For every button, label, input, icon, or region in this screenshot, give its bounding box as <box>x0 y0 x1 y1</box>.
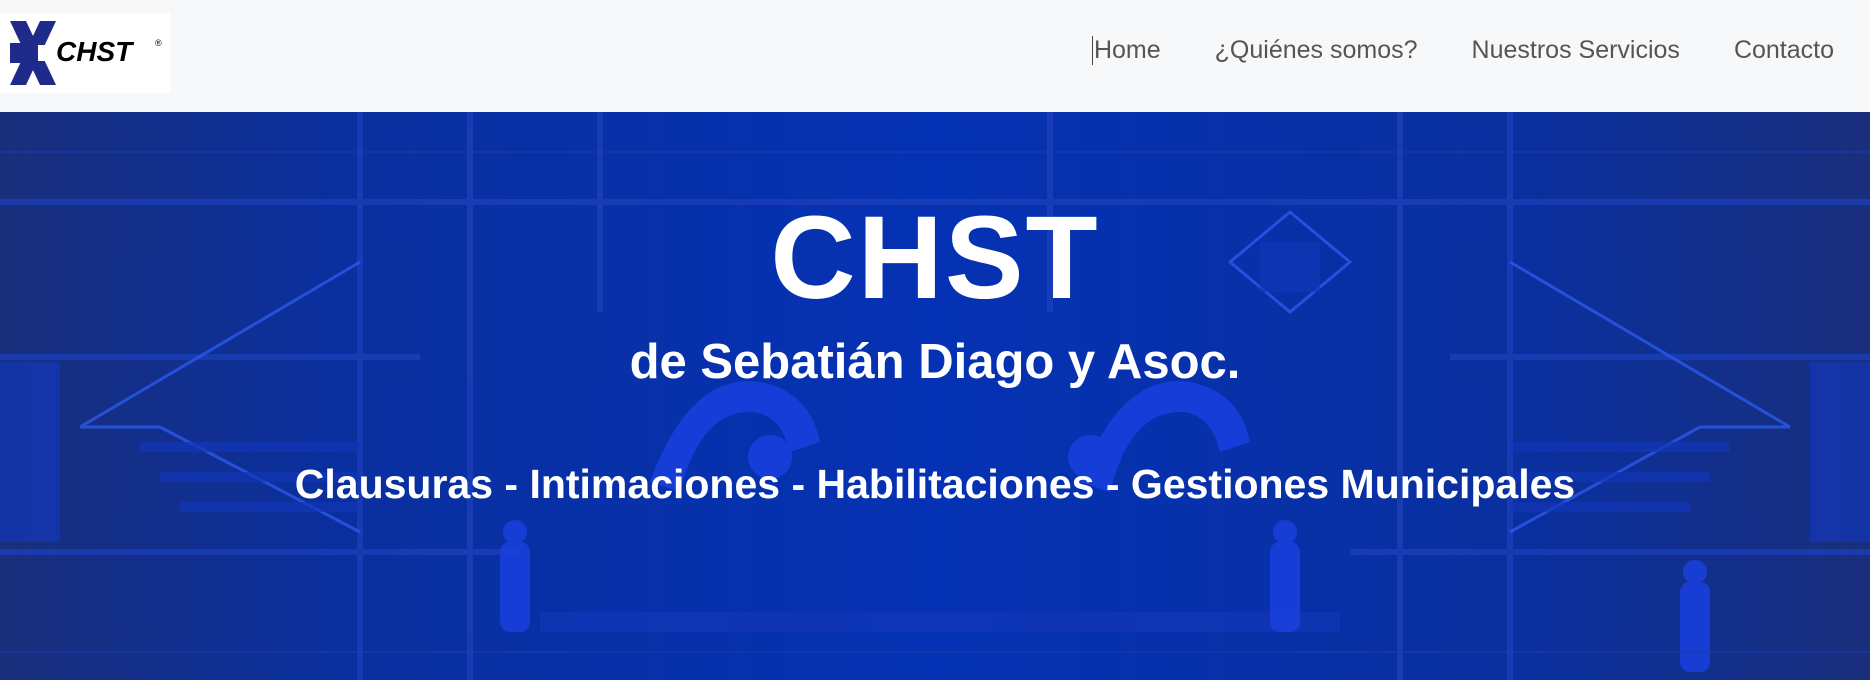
nav-quienes-somos[interactable]: ¿Quiénes somos? <box>1215 36 1418 65</box>
hero-subtitle: de Sebatián Diago y Asoc. <box>629 335 1241 389</box>
chst-logo-graphic: CHST ® <box>10 21 162 85</box>
chst-logo[interactable]: CHST ® <box>0 13 170 93</box>
main-nav: Home ¿Quiénes somos? Nuestros Servicios … <box>1091 0 1834 100</box>
nav-nuestros-servicios[interactable]: Nuestros Servicios <box>1472 36 1680 65</box>
hero-banner: CHST de Sebatián Diago y Asoc. Clausuras… <box>0 112 1870 680</box>
hero-title: CHST <box>770 192 1100 324</box>
nav-home[interactable]: Home <box>1091 35 1161 65</box>
hero-services-tagline: Clausuras - Intimaciones - Habilitacione… <box>294 461 1576 507</box>
nav-contacto[interactable]: Contacto <box>1734 36 1834 65</box>
top-navbar: CHST ® Home ¿Quiénes somos? Nuestros Ser… <box>0 0 1870 112</box>
svg-text:CHST: CHST <box>56 36 135 67</box>
svg-text:®: ® <box>155 38 162 48</box>
